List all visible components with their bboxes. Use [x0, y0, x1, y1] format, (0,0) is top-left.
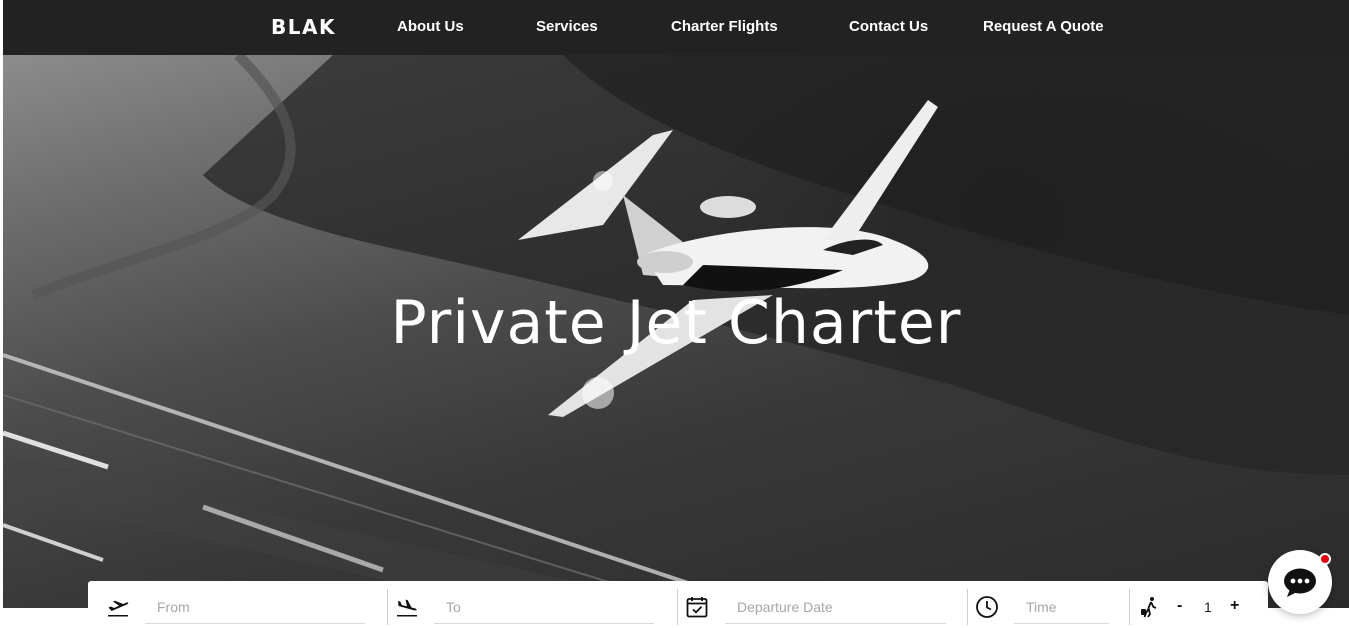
hero-banner: Private Jet Charter — [3, 55, 1349, 608]
notification-badge — [1319, 553, 1331, 565]
departure-date-field — [667, 581, 967, 628]
chat-button[interactable] — [1268, 550, 1332, 614]
takeoff-icon — [108, 600, 129, 617]
passenger-field: - 1 + — [1120, 581, 1268, 628]
clock-icon — [976, 596, 998, 618]
landing-icon — [397, 599, 417, 617]
brand-logo[interactable]: BLAK — [271, 15, 336, 39]
departure-date-input[interactable] — [725, 590, 946, 624]
passenger-count: 1 — [1204, 599, 1212, 615]
nav-request-a-quote[interactable]: Request A Quote — [983, 18, 1104, 35]
from-field — [88, 581, 386, 628]
nav-charter-flights[interactable]: Charter Flights — [671, 18, 778, 35]
hero-title: Private Jet Charter — [390, 288, 962, 358]
traveler-icon — [1141, 597, 1157, 618]
top-navbar: BLAK About Us Services Charter Flights C… — [0, 0, 1349, 55]
from-input[interactable] — [145, 590, 365, 624]
nav-services[interactable]: Services — [536, 18, 598, 35]
passenger-decrement-button[interactable]: - — [1177, 597, 1182, 615]
time-input[interactable] — [1014, 590, 1109, 624]
nav-about-us[interactable]: About Us — [397, 18, 464, 35]
calendar-icon — [686, 597, 708, 618]
flight-search-bar: - 1 + — [88, 581, 1268, 628]
nav-contact-us[interactable]: Contact Us — [849, 18, 928, 35]
passenger-increment-button[interactable]: + — [1230, 597, 1239, 615]
time-field — [957, 581, 1127, 628]
to-input[interactable] — [434, 590, 654, 624]
to-field — [377, 581, 667, 628]
